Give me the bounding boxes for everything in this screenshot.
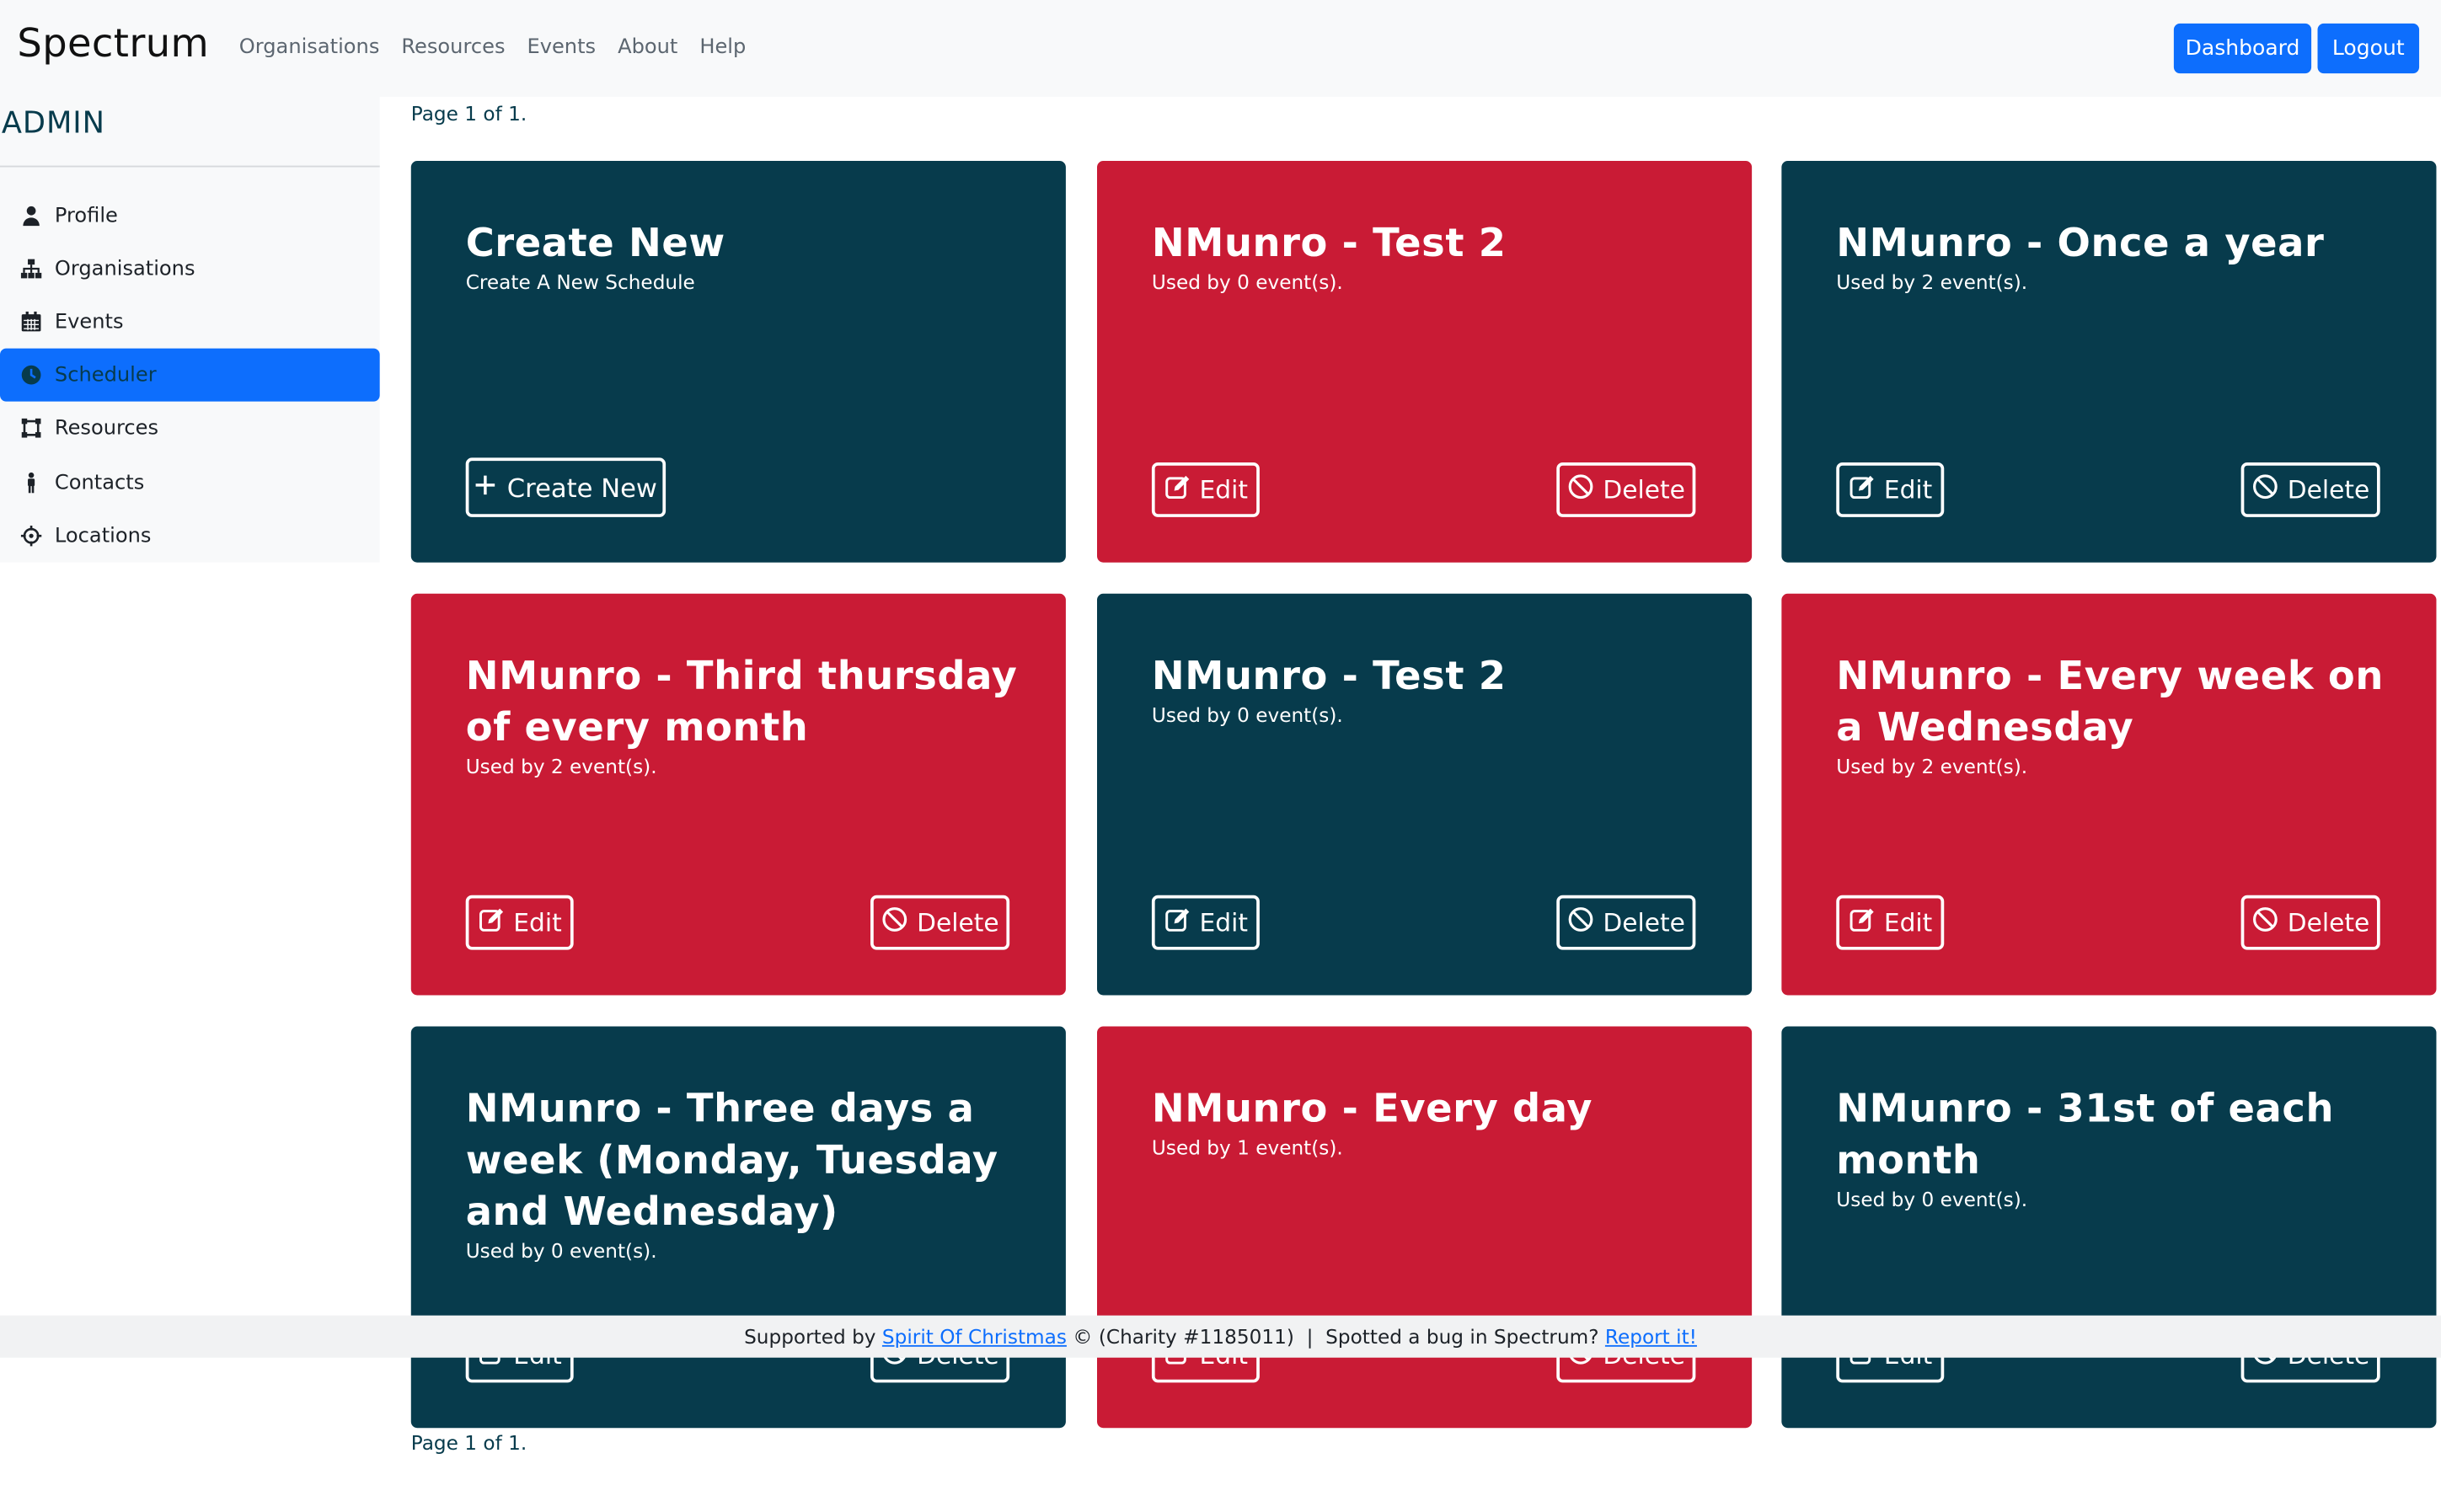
card-title: Create New Create A New Schedule (466, 217, 1020, 297)
sidebar-item-label: Events (54, 310, 124, 334)
schedule-card: NMunro - Test 2 Used by 0 event(s). Edit… (1096, 593, 1753, 996)
edit-button[interactable]: Edit (1836, 895, 1945, 950)
sidebar-item-resources[interactable]: Resources (0, 402, 380, 455)
schedule-card: NMunro - Every week on a Wednesday Used … (1781, 593, 2437, 996)
report-bug-link[interactable]: Report it! (1605, 1325, 1697, 1349)
footer-prefix: Supported by (744, 1324, 876, 1349)
nav-link-events[interactable]: Events (527, 36, 596, 60)
nav-link-resources[interactable]: Resources (401, 36, 505, 60)
schedule-card: NMunro - 31st of each month Used by 0 ev… (1781, 1026, 2437, 1429)
delete-button[interactable]: Delete (870, 895, 1010, 950)
delete-button[interactable]: Delete (2240, 895, 2380, 950)
edit-button[interactable]: Edit (465, 895, 574, 950)
sidebar-title: ADMIN (1, 106, 105, 141)
schedule-card: NMunro - Every day Used by 1 event(s). E… (1096, 1026, 1753, 1429)
delete-button[interactable]: Delete (1556, 462, 1696, 517)
person-icon (20, 472, 42, 494)
sidebar-item-label: Organisations (54, 257, 195, 280)
nav-link-about[interactable]: About (618, 36, 677, 60)
sidebar-item-label: Contacts (54, 471, 145, 495)
sidebar-item-scheduler[interactable]: Scheduler (0, 348, 380, 402)
sidebar-item-contacts[interactable]: Contacts (0, 457, 380, 510)
create-schedule-card: Create New Create A New Schedule Create … (410, 161, 1066, 563)
edit-button[interactable]: Edit (1151, 895, 1260, 950)
delete-button[interactable]: Delete (1556, 895, 1696, 950)
card-title: NMunro - Every week on a Wednesday Used … (1836, 650, 2390, 782)
card-usage: Used by 2 event(s). (1836, 754, 2028, 778)
sidebar-item-label: Resources (54, 416, 159, 441)
ban-icon (881, 906, 908, 939)
card-usage: Used by 0 event(s). (1836, 1187, 2028, 1211)
ban-icon (2251, 473, 2278, 506)
brand-logo[interactable]: Spectrum (17, 20, 209, 66)
sidebar-divider (0, 165, 380, 168)
clock-icon (20, 364, 42, 386)
edit-icon (1164, 473, 1191, 506)
card-title: NMunro - Third thursday of every month U… (466, 650, 1020, 782)
edit-icon (1164, 906, 1191, 939)
schedule-card: NMunro - Once a year Used by 2 event(s).… (1781, 161, 2437, 563)
create-new-button[interactable]: Create New (465, 457, 666, 517)
logout-button[interactable]: Logout (2317, 23, 2420, 74)
card-subtitle: Create A New Schedule (465, 270, 695, 294)
card-title: NMunro - Test 2 Used by 0 event(s). (1152, 650, 1706, 730)
charity-link[interactable]: Spirit Of Christmas (882, 1325, 1067, 1349)
pagination-top: Page 1 of 1. (410, 101, 527, 126)
ban-icon (1567, 906, 1594, 939)
card-usage: Used by 1 event(s). (1151, 1135, 1343, 1160)
card-title: NMunro - Three days a week (Monday, Tues… (466, 1082, 1020, 1265)
ban-icon (2251, 906, 2278, 939)
schedule-card: NMunro - Three days a week (Monday, Tues… (410, 1026, 1066, 1429)
footer-middle: © (Charity #1185011) | Spotted a bug in … (1073, 1324, 1599, 1349)
plus-icon (474, 473, 498, 502)
card-usage: Used by 2 event(s). (1836, 270, 2028, 294)
card-title: NMunro - Test 2 Used by 0 event(s). (1152, 217, 1706, 297)
schedule-card: NMunro - Test 2 Used by 0 event(s). Edit… (1096, 161, 1753, 563)
card-title: NMunro - Once a year Used by 2 event(s). (1836, 217, 2390, 297)
edit-icon (1848, 473, 1875, 506)
pagination-bottom: Page 1 of 1. (410, 1430, 527, 1455)
sidebar-item-label: Profile (54, 204, 118, 227)
vector-square-icon (20, 417, 42, 439)
crosshairs-icon (20, 525, 42, 547)
card-title: NMunro - 31st of each month Used by 0 ev… (1836, 1082, 2390, 1214)
delete-button[interactable]: Delete (2240, 462, 2380, 517)
sidebar-item-locations[interactable]: Locations (0, 510, 380, 563)
sidebar-item-label: Scheduler (54, 363, 157, 387)
user-icon (20, 205, 42, 227)
edit-icon (478, 906, 505, 939)
card-usage: Used by 2 event(s). (465, 754, 657, 778)
sidebar-item-profile[interactable]: Profile (0, 189, 380, 242)
sitemap-icon (20, 258, 42, 280)
card-usage: Used by 0 event(s). (1151, 270, 1343, 294)
card-usage: Used by 0 event(s). (1151, 703, 1343, 727)
nav-links: Organisations Resources Events About Hel… (239, 36, 747, 60)
sidebar-item-label: Locations (54, 524, 152, 548)
nav-link-help[interactable]: Help (699, 36, 746, 60)
footer-bar: Supported by Spirit Of Christmas © (Char… (0, 1315, 2441, 1358)
sidebar: ADMIN Profile Organisations Events Sched (0, 96, 380, 563)
edit-button[interactable]: Edit (1151, 462, 1260, 517)
edit-button[interactable]: Edit (1836, 462, 1945, 517)
card-usage: Used by 0 event(s). (465, 1238, 657, 1263)
navbar: Spectrum Organisations Resources Events … (0, 0, 2441, 97)
schedule-card: NMunro - Third thursday of every month U… (410, 593, 1066, 996)
calendar-icon (20, 311, 42, 333)
dashboard-button[interactable]: Dashboard (2173, 23, 2312, 74)
ban-icon (1567, 473, 1594, 506)
sidebar-item-organisations[interactable]: Organisations (0, 242, 380, 295)
nav-link-organisations[interactable]: Organisations (239, 36, 380, 60)
edit-icon (1848, 906, 1875, 939)
card-title: NMunro - Every day Used by 1 event(s). (1152, 1082, 1706, 1162)
sidebar-item-events[interactable]: Events (0, 296, 380, 349)
